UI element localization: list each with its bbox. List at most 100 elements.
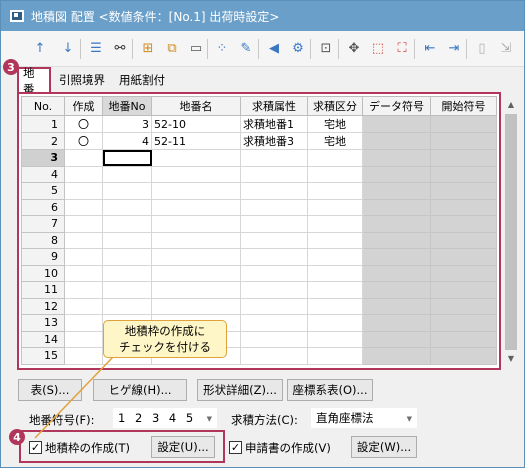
sakusei-cell[interactable] xyxy=(64,149,103,167)
sakusei-cell[interactable]: 〇 xyxy=(64,132,103,150)
data-fugo-cell[interactable] xyxy=(362,165,431,183)
data-fugo-cell[interactable] xyxy=(362,231,431,249)
arrow-up-icon[interactable]: ↑ xyxy=(31,39,49,57)
sakusei-cell[interactable] xyxy=(64,215,103,233)
tab-insho-kyokai[interactable]: 引照境界 xyxy=(55,69,109,91)
table-row[interactable]: 5 xyxy=(21,182,497,200)
chiban-name-cell[interactable] xyxy=(151,149,241,167)
kyuseki-kubun-cell[interactable] xyxy=(307,165,363,183)
kyuseki-kubun-cell[interactable] xyxy=(307,330,363,348)
sakusei-cell[interactable] xyxy=(64,231,103,249)
frame-checkbox-label[interactable]: 地積枠の作成(T) xyxy=(45,440,130,456)
sakusei-cell[interactable] xyxy=(64,347,103,365)
kyuseki-zokusei-cell[interactable] xyxy=(240,264,308,282)
kyuseki-zokusei-cell[interactable] xyxy=(240,149,308,167)
kyuseki-method-select[interactable]: 直角座標法 ▼ xyxy=(311,408,417,428)
application-checkbox[interactable]: ✓ xyxy=(229,441,242,454)
ruler-icon[interactable]: ▭ xyxy=(187,39,205,57)
table-row[interactable]: 10 xyxy=(21,264,497,282)
data-fugo-cell[interactable] xyxy=(362,281,431,299)
chiban-no-cell[interactable] xyxy=(102,149,152,167)
scroll-up-icon[interactable]: ▲ xyxy=(503,96,519,112)
kaishi-fugo-cell[interactable] xyxy=(430,231,497,249)
kaishi-fugo-cell[interactable] xyxy=(430,132,497,150)
table-row[interactable]: 2 〇 4 52-11 求積地番3 宅地 xyxy=(21,132,497,150)
col-header-kyuseki-kubun[interactable]: 求積区分 xyxy=(307,96,363,116)
data-fugo-cell[interactable] xyxy=(362,182,431,200)
chiban-name-cell[interactable]: 52-10 xyxy=(151,115,241,133)
chiban-name-cell[interactable] xyxy=(151,231,241,249)
kyuseki-kubun-cell[interactable] xyxy=(307,297,363,315)
chiban-fugo-select[interactable]: 1 2 3 4 5 ▼ xyxy=(113,408,217,428)
binoculars-icon[interactable]: ⚯ xyxy=(111,39,129,57)
kyuseki-kubun-cell[interactable]: 宅地 xyxy=(307,115,363,133)
data-fugo-cell[interactable] xyxy=(362,330,431,348)
hige-line-button[interactable]: ヒゲ線(H)... xyxy=(93,379,187,401)
vertical-scrollbar[interactable]: ▲ ▼ xyxy=(503,96,519,366)
col-header-kaishi-fugo[interactable]: 開始符号 xyxy=(430,96,497,116)
insert-row-icon[interactable]: ⊞ xyxy=(139,39,157,57)
kaishi-fugo-cell[interactable] xyxy=(430,248,497,266)
kaishi-fugo-cell[interactable] xyxy=(430,182,497,200)
kyuseki-zokusei-cell[interactable] xyxy=(240,215,308,233)
col-header-sakusei[interactable]: 作成 xyxy=(64,96,103,116)
chiban-no-cell[interactable] xyxy=(102,198,152,216)
tab-chiban[interactable]: 地番 xyxy=(17,66,51,96)
chiban-no-cell[interactable] xyxy=(102,231,152,249)
kyuseki-zokusei-cell[interactable] xyxy=(240,281,308,299)
layout-icon[interactable]: ⊡ xyxy=(317,39,335,57)
chiban-name-cell[interactable]: 52-11 xyxy=(151,132,241,150)
align-right-icon[interactable]: ⇥ xyxy=(445,39,463,57)
kyuseki-zokusei-cell[interactable] xyxy=(240,248,308,266)
sakusei-cell[interactable] xyxy=(64,264,103,282)
chiban-name-cell[interactable] xyxy=(151,297,241,315)
coordinate-table-button[interactable]: 座標系表(O)... xyxy=(287,379,373,401)
data-fugo-cell[interactable] xyxy=(362,248,431,266)
kaishi-fugo-cell[interactable] xyxy=(430,115,497,133)
data-fugo-cell[interactable] xyxy=(362,132,431,150)
chiban-name-cell[interactable] xyxy=(151,198,241,216)
sakusei-cell[interactable] xyxy=(64,248,103,266)
kyuseki-kubun-cell[interactable] xyxy=(307,347,363,365)
kaishi-fugo-cell[interactable] xyxy=(430,264,497,282)
table-row[interactable]: 13 xyxy=(21,314,497,332)
chiban-no-cell[interactable] xyxy=(102,165,152,183)
table-row[interactable]: 9 xyxy=(21,248,497,266)
chiban-name-cell[interactable] xyxy=(151,165,241,183)
arrow-down-icon[interactable]: ↓ xyxy=(59,39,77,57)
tab-yoshi-waritsuke[interactable]: 用紙割付 xyxy=(115,69,169,91)
kaishi-fugo-cell[interactable] xyxy=(430,149,497,167)
kyuseki-zokusei-cell[interactable] xyxy=(240,182,308,200)
table-row[interactable]: 3 xyxy=(21,149,497,167)
col-header-kyuseki-zokusei[interactable]: 求積属性 xyxy=(240,96,308,116)
chiban-no-cell[interactable] xyxy=(102,215,152,233)
chiban-no-cell[interactable] xyxy=(102,182,152,200)
align-left-icon[interactable]: ⇤ xyxy=(421,39,439,57)
chiban-name-cell[interactable] xyxy=(151,281,241,299)
data-fugo-cell[interactable] xyxy=(362,198,431,216)
table-row[interactable]: 6 xyxy=(21,198,497,216)
kyuseki-kubun-cell[interactable] xyxy=(307,231,363,249)
kyuseki-zokusei-cell[interactable] xyxy=(240,330,308,348)
table-row[interactable]: 7 xyxy=(21,215,497,233)
table-row[interactable]: 11 xyxy=(21,281,497,299)
col-header-chiban-no[interactable]: 地番No xyxy=(102,96,152,116)
chiban-no-cell[interactable]: 3 xyxy=(102,115,152,133)
kyuseki-zokusei-cell[interactable] xyxy=(240,231,308,249)
kyuseki-zokusei-cell[interactable] xyxy=(240,314,308,332)
data-fugo-cell[interactable] xyxy=(362,264,431,282)
select-dashed-icon[interactable]: ⛶ xyxy=(393,39,411,57)
application-settings-button[interactable]: 設定(W)... xyxy=(351,436,417,458)
kyuseki-zokusei-cell[interactable] xyxy=(240,198,308,216)
data-fugo-cell[interactable] xyxy=(362,347,431,365)
chiban-no-cell[interactable] xyxy=(102,281,152,299)
data-fugo-cell[interactable] xyxy=(362,297,431,315)
kyuseki-zokusei-cell[interactable]: 求積地番3 xyxy=(240,132,308,150)
kyuseki-kubun-cell[interactable] xyxy=(307,264,363,282)
shape-detail-button[interactable]: 形状詳細(Z)... xyxy=(197,379,283,401)
data-fugo-cell[interactable] xyxy=(362,149,431,167)
kaishi-fugo-cell[interactable] xyxy=(430,297,497,315)
chiban-name-cell[interactable] xyxy=(151,215,241,233)
chiban-no-cell[interactable] xyxy=(102,264,152,282)
select-points-icon[interactable]: ⬚ xyxy=(369,39,387,57)
